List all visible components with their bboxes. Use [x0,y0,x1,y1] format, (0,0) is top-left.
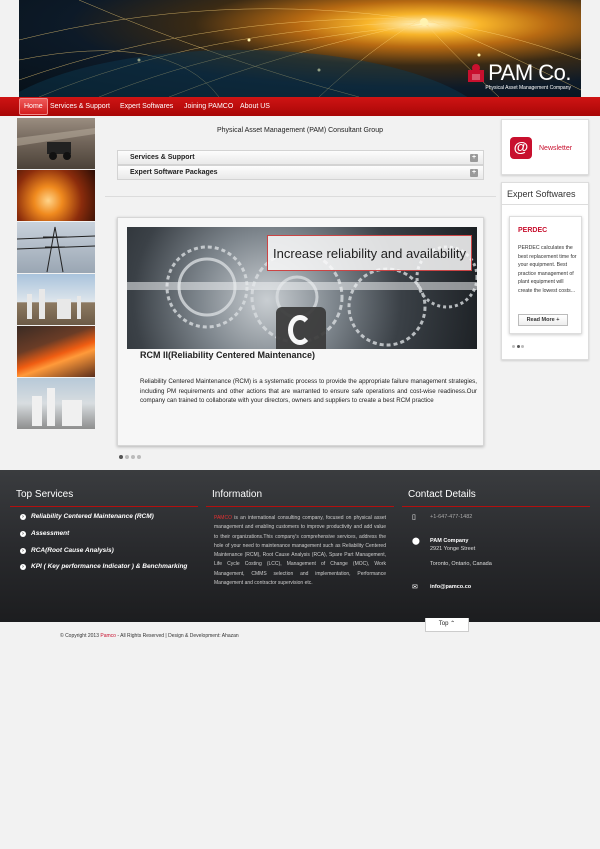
back-to-top-button[interactable]: Top ⌃ [425,618,469,632]
main-nav: Home Services & Support Expert Softwares… [0,97,600,116]
nav-item-services-support[interactable]: Services & Support [50,97,110,116]
chevron-right-icon: › [20,513,26,520]
software-card: PERDEC PERDEC calculates the best replac… [509,216,582,334]
service-link[interactable]: › RCA(Root Cause Analysis) [20,547,114,554]
service-link[interactable]: › Assessment [20,530,69,537]
slide-logo-icon [276,307,326,349]
service-link[interactable]: › Reliability Centered Maintenance (RCM) [20,513,154,520]
accordion-services-support[interactable]: Services & Support + [117,150,484,165]
service-label: Reliability Centered Maintenance (RCM) [31,513,154,520]
nav-item-about-us[interactable]: About US [240,97,270,116]
accordion-label: Expert Software Packages [130,169,218,176]
mining-truck-photo[interactable] [17,118,95,169]
service-label: KPI ( Key performance Indicator ) & Benc… [31,563,188,570]
copyright-brand-link[interactable]: Pamco [100,633,116,639]
company-name: PAM Company [430,538,469,544]
phone-value: +1-647-477-1482 [430,514,473,520]
divider [10,506,198,507]
plus-icon[interactable]: + [470,169,478,177]
slider-pagination [119,455,141,459]
service-link[interactable]: › KPI ( Key performance Indicator ) & Ben… [20,563,187,570]
nav-item-joining-pamco[interactable]: Joining PAMCO [184,97,233,116]
info-body: is an international consulting company, … [214,515,386,587]
accordion-expert-software[interactable]: Expert Software Packages + [117,165,484,180]
slide-banner: Increase reliability and availability [267,235,472,271]
information-heading: Information [212,489,263,500]
service-label: Assessment [31,530,70,537]
logo-subtitle: Physical Asset Management Company [485,85,571,91]
accordion-label: Services & Support [130,154,195,161]
slider-dot[interactable] [125,455,129,459]
divider [206,506,394,507]
slider-dot[interactable] [119,455,123,459]
copyright-suffix: - All Rights Reserved | Design & Develop… [115,633,239,639]
photo-gallery [17,118,95,430]
plus-icon[interactable]: + [470,154,478,162]
information-text: PAMCO is an international consulting com… [214,514,386,588]
street-address: 2921 Yonge Street [430,546,476,552]
slider-dot[interactable] [137,455,141,459]
copyright-prefix: © Copyright 2013 [60,633,101,639]
slider-dot[interactable] [131,455,135,459]
slide-text: Reliability Centered Maintenance (RCM) i… [140,378,477,404]
chevron-right-icon: › [20,547,26,554]
copyright: © Copyright 2013 Pamco - All Rights Rese… [60,633,239,639]
refinery-photo[interactable] [17,274,95,325]
read-more-button[interactable]: Read More + [518,314,568,326]
newsletter-widget[interactable]: @ Newsletter [501,119,589,175]
email-link[interactable]: info@pamco.co [430,584,471,590]
power-lines-photo[interactable] [17,222,95,273]
header-banner: PAM Co. Physical Asset Management Compan… [19,0,581,97]
city-address: Toronto, Ontario, Canada [430,561,492,567]
chevron-up-icon: ⌃ [450,621,456,627]
card-pagination [512,345,524,348]
nav-item-home[interactable]: Home [19,98,48,115]
furnace-photo[interactable] [17,170,95,221]
divider [502,204,588,205]
content-slider: Increase reliability and availability RC… [117,217,484,446]
logo[interactable]: PAM Co. [466,62,571,84]
gearbox-image: Increase reliability and availability [127,227,477,349]
envelope-icon: ✉ [412,584,418,591]
chevron-right-icon: › [20,530,26,537]
expert-softwares-widget: Expert Softwares PERDEC PERDEC calculate… [501,182,589,360]
slide-title: RCM II(Reliability Centered Maintenance) [140,350,316,360]
contact-heading: Contact Details [408,489,476,500]
card-dot[interactable] [521,345,524,348]
back-to-top-label: Top [438,621,449,627]
molten-metal-photo[interactable] [17,326,95,377]
card-dot[interactable] [516,345,520,348]
software-card-title[interactable]: PERDEC [518,227,547,234]
software-card-text: PERDEC calculates the best replacement t… [518,245,577,294]
top-services-heading: Top Services [16,489,74,500]
phone-icon: ▯ [412,514,416,521]
expert-softwares-title: Expert Softwares [507,189,576,199]
card-dot[interactable] [512,345,515,348]
divider [105,196,496,197]
at-sign-icon: @ [510,137,532,159]
intro-title: Physical Asset Management (PAM) Consulta… [216,127,383,134]
info-brand[interactable]: PAMCO [214,515,232,521]
chevron-right-icon: › [20,563,26,570]
logo-mark-icon [466,62,486,84]
map-pin-icon: ⬤ [412,538,420,545]
newsletter-label[interactable]: Newsletter [539,145,572,152]
logo-text: PAM Co. [488,60,571,85]
footer: Top Services › Reliability Centered Maint… [0,470,600,622]
nav-item-expert-softwares[interactable]: Expert Softwares [120,97,173,116]
accordion: Services & Support + Expert Software Pac… [117,150,484,180]
service-label: RCA(Root Cause Analysis) [31,547,114,554]
industrial-plant-photo[interactable] [17,378,95,429]
divider [402,506,590,507]
